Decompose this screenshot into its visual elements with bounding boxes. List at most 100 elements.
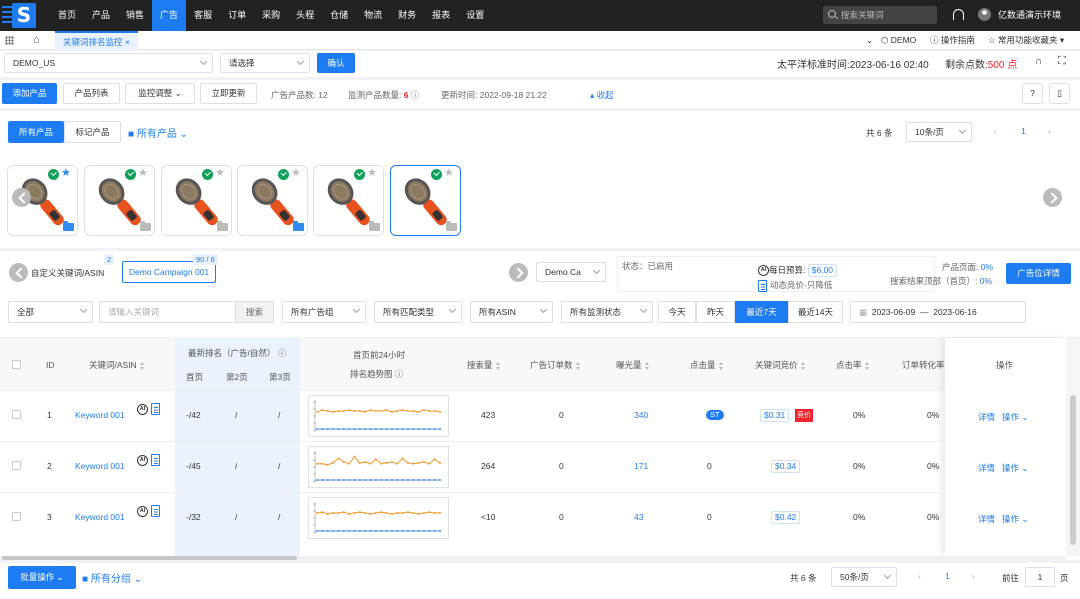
date-range-picker[interactable]: ▦ 2023-06-09 — 2023-06-16 [850, 301, 1026, 323]
impressions[interactable]: 171 [634, 461, 648, 471]
grid-menu-icon[interactable] [5, 36, 14, 45]
vertical-scrollbar[interactable] [1066, 338, 1080, 556]
detail-link[interactable]: 详情 [978, 462, 995, 474]
headset-icon[interactable]: ∩ [1035, 56, 1042, 67]
headset-icon[interactable] [953, 9, 964, 20]
product-list-button[interactable]: 产品列表 [63, 83, 120, 104]
search-button[interactable]: 搜索 [235, 301, 274, 323]
nav-item-8[interactable]: 仓储 [322, 0, 356, 31]
confirm-button[interactable]: 确认 [317, 53, 355, 73]
folder-icon[interactable] [63, 221, 74, 231]
global-search-input[interactable]: 搜索关键词 [823, 6, 937, 24]
row-checkbox[interactable] [12, 512, 21, 521]
tab-marked-products[interactable]: 标记产品 [64, 121, 121, 143]
star-icon[interactable]: ★ [367, 167, 377, 179]
filter-all-select[interactable]: 全部 [8, 301, 93, 323]
row-checkbox[interactable] [12, 461, 21, 470]
header-bid[interactable]: 关键词竞价 [755, 359, 806, 371]
select-all-checkbox[interactable] [12, 360, 21, 369]
keyword-link[interactable]: Keyword 001 [75, 410, 125, 420]
ai-icon[interactable]: AI [137, 403, 148, 415]
tab-all-products[interactable]: 所有产品 [8, 121, 64, 143]
close-icon[interactable]: × [125, 37, 130, 47]
st-badge[interactable]: ST [706, 410, 724, 420]
document-icon[interactable] [151, 505, 160, 517]
add-product-button[interactable]: 添加产品 [2, 83, 57, 104]
product-card[interactable]: ★ [161, 165, 232, 236]
keyword-search-input[interactable]: 请输入关键词 [99, 301, 236, 323]
campaign-select[interactable]: Demo Ca [536, 262, 606, 282]
ad-group-select[interactable]: 所有广告组 [282, 301, 366, 323]
star-icon[interactable]: ★ [444, 167, 454, 179]
product-card[interactable]: ★ [237, 165, 308, 236]
carousel-next-icon[interactable] [1043, 188, 1062, 207]
next-page-icon[interactable]: › [972, 571, 975, 581]
match-type-select[interactable]: 所有匹配类型 [374, 301, 462, 323]
product-card[interactable]: ★ [390, 165, 461, 236]
prev-page-icon[interactable]: ‹ [994, 126, 997, 136]
star-icon[interactable]: ★ [61, 167, 71, 179]
folder-icon[interactable] [369, 221, 380, 231]
operate-dropdown[interactable]: 操作 ⌄ [1002, 411, 1029, 423]
avatar[interactable] [978, 8, 991, 21]
row-checkbox[interactable] [12, 410, 21, 419]
product-card[interactable]: ★ [313, 165, 384, 236]
header-clicks[interactable]: 点击量 [690, 359, 724, 371]
operate-dropdown[interactable]: 操作 ⌄ [1002, 462, 1029, 474]
header-keyword[interactable]: 关键词/ASIN [89, 359, 145, 371]
rank-trend-chart[interactable] [308, 497, 449, 539]
operate-dropdown[interactable]: 操作 ⌄ [1002, 513, 1029, 525]
nav-item-7[interactable]: 头程 [288, 0, 322, 31]
carousel-prev-icon[interactable] [12, 188, 31, 207]
campaign-prev-icon[interactable] [9, 263, 28, 282]
monitor-status-select[interactable]: 所有监测状态 [561, 301, 653, 323]
bid-value[interactable]: $0.31 [760, 409, 790, 422]
header-impressions[interactable]: 曝光量 [616, 359, 650, 371]
book-icon[interactable]: ▯ [1049, 83, 1070, 104]
horizontal-scrollbar[interactable] [0, 556, 1066, 560]
rank-trend-chart[interactable] [308, 395, 449, 437]
footer-page-number[interactable]: 1 [945, 571, 950, 581]
range-today[interactable]: 今天 [658, 301, 696, 323]
prev-page-icon[interactable]: ‹ [918, 571, 921, 581]
nav-item-9[interactable]: 物流 [356, 0, 390, 31]
document-icon[interactable] [151, 403, 160, 415]
nav-item-4[interactable]: 客服 [186, 0, 220, 31]
rank-trend-chart[interactable] [308, 446, 449, 488]
page-number[interactable]: 1 [1021, 126, 1026, 136]
product-folder-select[interactable]: ■ 所有产品 ⌄ [128, 125, 188, 140]
nav-item-2[interactable]: 销售 [118, 0, 152, 31]
env-name[interactable]: 亿数通演示环境 [998, 0, 1061, 31]
group-select[interactable]: ■ 所有分组 ⌄ [82, 570, 142, 585]
collapse-toggle[interactable]: ▴ 收起 [590, 89, 614, 101]
nav-item-3[interactable]: 广告 [152, 0, 187, 31]
nav-item-6[interactable]: 采购 [254, 0, 288, 31]
nav-item-1[interactable]: 产品 [84, 0, 118, 31]
ad-detail-button[interactable]: 广告位详情 [1006, 263, 1071, 284]
document-icon[interactable] [151, 454, 160, 466]
custom-keyword-tab[interactable]: 自定义关键词/ASIN [31, 267, 104, 279]
help-guide[interactable]: ⓘ 操作指南 [930, 31, 975, 50]
header-orders[interactable]: 广告订单数 [530, 359, 581, 371]
detail-link[interactable]: 详情 [978, 513, 995, 525]
range-last7[interactable]: 最近7天 [735, 301, 788, 323]
nav-item-0[interactable]: 首页 [50, 0, 84, 31]
asin-select[interactable]: 所有ASIN [470, 301, 553, 323]
header-search-volume[interactable]: 搜索量 [467, 359, 501, 371]
header-ctr[interactable]: 点击率 [836, 359, 870, 371]
product-card[interactable]: ★ [84, 165, 155, 236]
chevron-down-icon[interactable]: ⌄ [866, 31, 873, 50]
tab-keyword-rank[interactable]: 关键词排名监控 × [55, 31, 138, 50]
monitor-adjust-button[interactable]: 监控调整 ⌄ [125, 83, 195, 104]
impressions[interactable]: 43 [634, 512, 643, 522]
next-page-icon[interactable]: › [1048, 126, 1051, 136]
range-yesterday[interactable]: 昨天 [696, 301, 735, 323]
store-select[interactable]: DEMO_US [4, 53, 213, 73]
campaign-next-icon[interactable] [509, 263, 528, 282]
folder-icon[interactable] [293, 221, 304, 231]
nav-item-10[interactable]: 财务 [390, 0, 424, 31]
fullscreen-icon[interactable]: ⛶ [1058, 55, 1066, 68]
home-icon[interactable]: ⌂ [33, 35, 43, 46]
bid-value[interactable]: $0.34 [771, 460, 801, 473]
ai-icon[interactable]: AI [137, 505, 148, 517]
